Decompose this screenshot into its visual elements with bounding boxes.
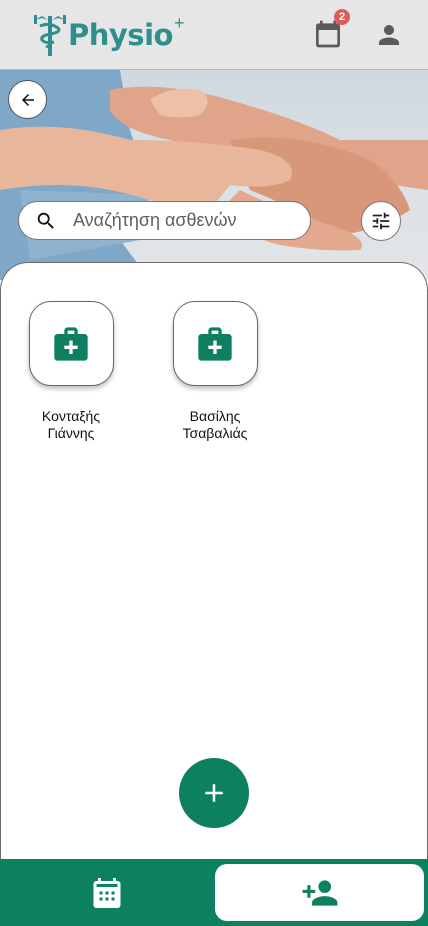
add-patient-button[interactable] — [179, 758, 249, 828]
medical-kit-icon — [54, 326, 88, 361]
notification-badge: 2 — [334, 9, 350, 25]
plus-icon — [205, 784, 223, 802]
patient-tile[interactable] — [172, 301, 258, 386]
back-button[interactable] — [8, 80, 47, 119]
patient-name-line-1: Βασίλης — [189, 408, 241, 424]
patient-card[interactable]: Βασίλης Τσαβαλιάς — [160, 301, 270, 442]
app-logo: Physio + — [32, 10, 184, 60]
patient-name: Βασίλης Τσαβαλιάς — [160, 408, 270, 442]
app-header: Physio + 2 — [0, 0, 428, 70]
caduceus-logo-icon — [34, 15, 66, 56]
hero-banner — [0, 70, 428, 280]
arrow-back-icon — [21, 93, 34, 106]
app-title: Physio — [68, 18, 173, 52]
nav-calendar-tab[interactable] — [0, 859, 214, 926]
medical-kit-icon — [198, 326, 232, 361]
search-icon — [37, 212, 54, 229]
patient-search-bar[interactable] — [18, 201, 311, 240]
app-title-plus: + — [173, 12, 185, 33]
physiotherapy-hands-image — [0, 70, 428, 280]
add-person-icon — [302, 879, 337, 906]
nav-add-patient-tab[interactable] — [215, 864, 424, 921]
account-icon[interactable] — [374, 20, 404, 50]
patient-name-line-2: Γιάννης — [47, 425, 95, 441]
patient-name-line-1: Κονταξής — [41, 408, 101, 424]
filter-button[interactable] — [361, 201, 401, 241]
patient-tile[interactable] — [28, 301, 114, 386]
patient-card[interactable]: Κονταξής Γιάννης — [16, 301, 126, 442]
patient-name: Κονταξής Γιάννης — [16, 408, 126, 442]
patient-name-line-2: Τσαβαλιάς — [182, 425, 248, 441]
tune-icon — [372, 212, 390, 230]
bottom-navigation — [0, 859, 428, 926]
search-input[interactable] — [73, 210, 293, 231]
calendar-icon — [93, 877, 121, 908]
